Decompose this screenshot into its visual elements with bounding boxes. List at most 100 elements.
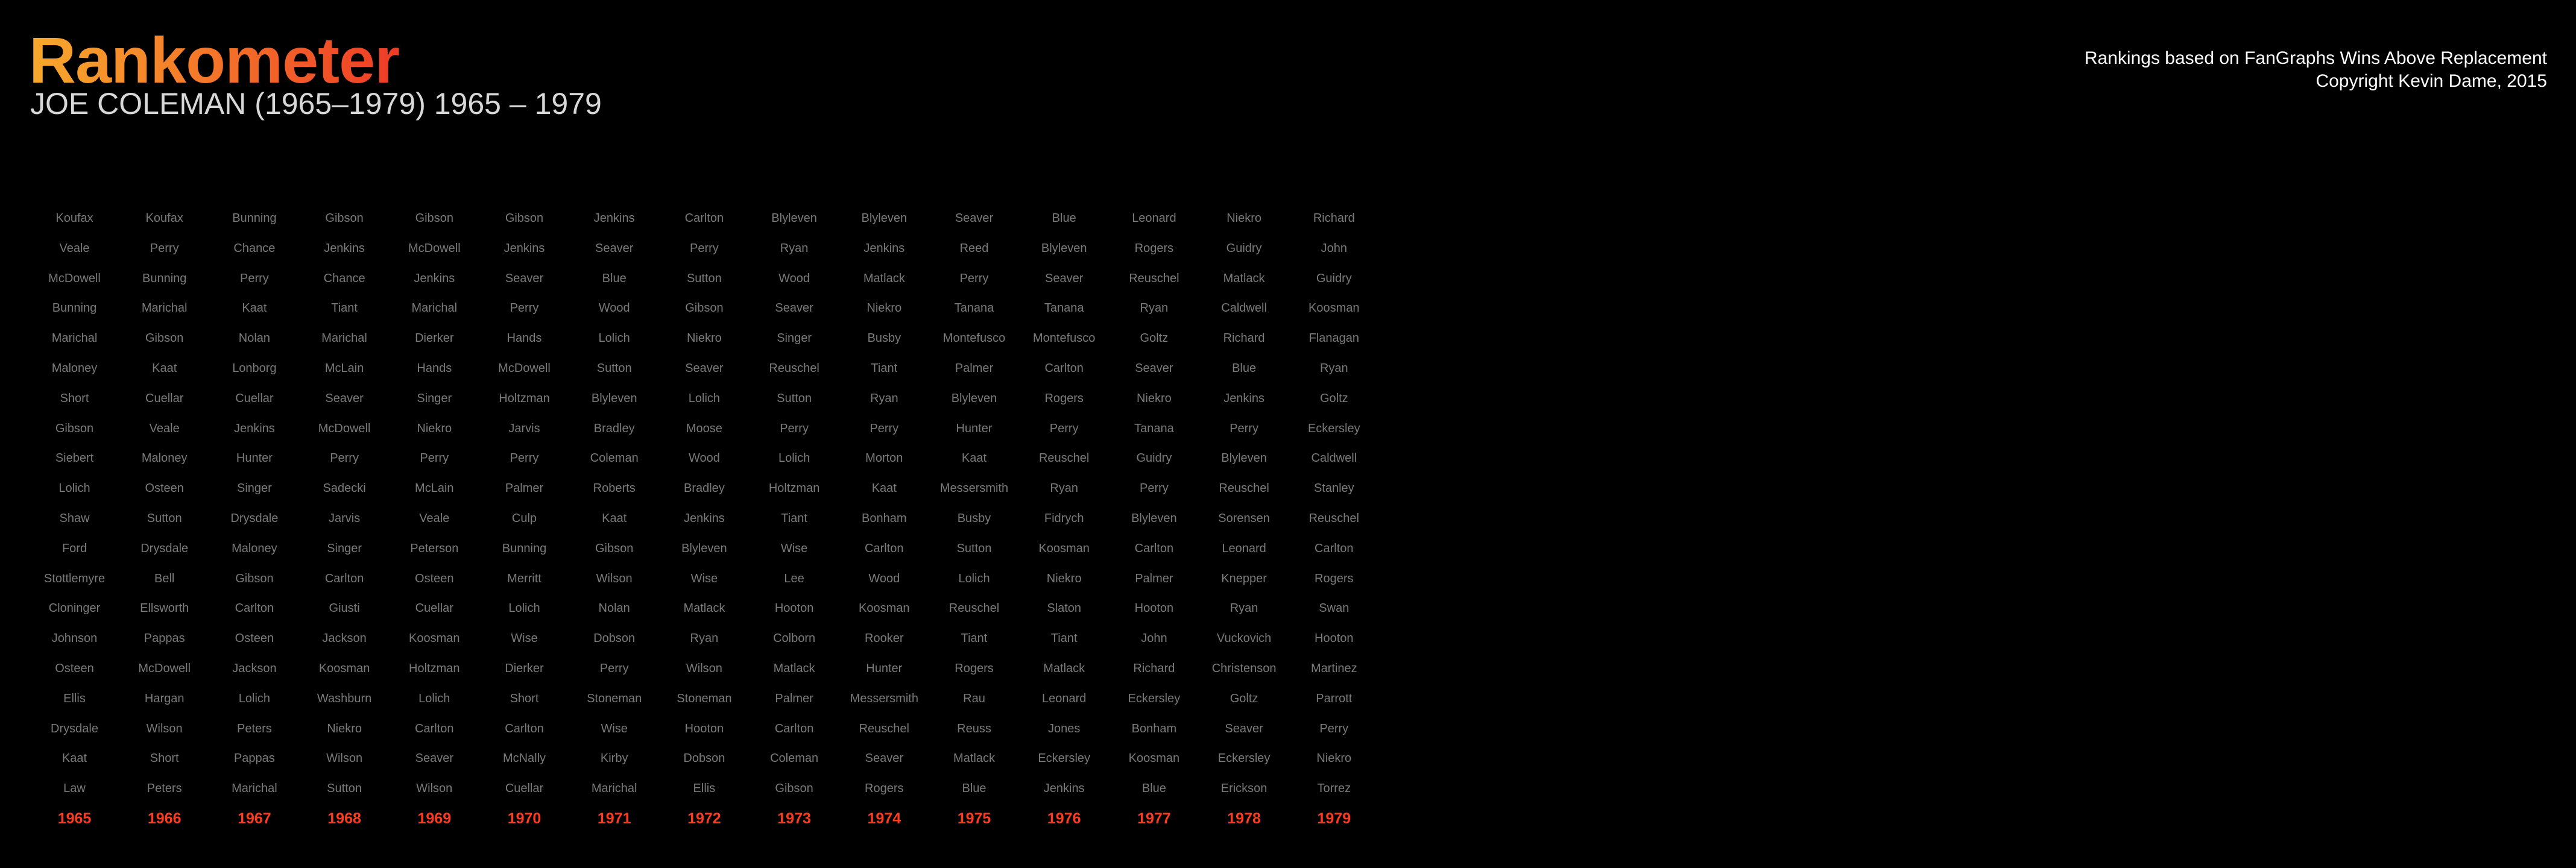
ranking-cell: Jenkins (504, 241, 545, 255)
ranking-cell: Osteen (55, 662, 94, 675)
ranking-cell: McDowell (408, 241, 461, 255)
ranking-cell: Bunning (52, 301, 97, 315)
ranking-cell: Tanana (1134, 421, 1174, 435)
ranking-cell: Reuschel (859, 722, 909, 735)
ranking-cell: Kaat (152, 362, 177, 375)
ranking-cell: Lolich (688, 391, 721, 405)
ranking-cell: Koosman (409, 632, 460, 646)
rankings-grid: Koufax Koufax Bunning Gibson Gibson Gibson Jen… (29, 211, 1380, 844)
ranking-cell: Kaat (62, 752, 87, 766)
ranking-cell: Marichal (411, 301, 458, 315)
ranking-cell: Holtzman (768, 482, 820, 495)
ranking-cell: Short (510, 691, 539, 705)
ranking-cell: Reuschel (1129, 271, 1179, 285)
ranking-cell: Dierker (505, 662, 544, 675)
ranking-cell: Lee (784, 571, 804, 585)
ranking-cell: Lolich (508, 602, 540, 615)
ranking-cell: Short (150, 752, 179, 766)
ranking-cell: Dobson (683, 752, 725, 766)
ranking-cell: Dierker (415, 332, 454, 345)
year-label: 1967 (238, 810, 271, 827)
ranking-cell: Montefusco (942, 332, 1006, 345)
ranking-cell: Sorensen (1218, 512, 1270, 525)
ranking-cell: Richard (1133, 662, 1175, 675)
ranking-cell: John (1321, 241, 1347, 255)
ranking-cell: Hunter (866, 662, 903, 675)
ranking-cell: Reed (959, 241, 989, 255)
ranking-cell: Guidry (1136, 451, 1172, 465)
ranking-cell: Drysdale (230, 512, 279, 525)
ranking-cell: Reuschel (1038, 451, 1090, 465)
ranking-cell: Cuellar (415, 602, 453, 615)
ranking-cell: Leonard (1222, 541, 1266, 555)
ranking-cell: Goltz (1230, 691, 1258, 705)
ranking-cell: Veale (149, 421, 180, 435)
ranking-cell: Chance (233, 241, 276, 255)
ranking-cell: Stanley (1313, 482, 1354, 495)
ranking-cell: Osteen (145, 482, 184, 495)
ranking-cell: Wilson (596, 571, 633, 585)
ranking-cell: Marichal (591, 782, 637, 796)
ranking-cell: Lolich (598, 332, 630, 345)
ranking-cell: Culp (511, 512, 537, 525)
ranking-cell: Blue (1141, 782, 1166, 796)
ranking-cell: Busby (957, 512, 991, 525)
ranking-cell: Ryan (1230, 602, 1258, 615)
ranking-cell: Jenkins (863, 241, 905, 255)
ranking-cell: Hooton (1134, 602, 1174, 615)
ranking-cell: Carlton (1315, 541, 1354, 555)
ranking-cell: Hargan (144, 691, 185, 705)
ranking-cell: Lolich (58, 482, 90, 495)
ranking-cell: Hunter (236, 451, 273, 465)
ranking-cell: Blyleven (1041, 241, 1087, 255)
ranking-cell: Kaat (242, 301, 267, 315)
ranking-cell: Sutton (956, 541, 992, 555)
page-subtitle: JOE COLEMAN (1965–1979) 1965 – 1979 (30, 87, 602, 121)
ranking-cell: Cuellar (505, 782, 544, 796)
ranking-cell: Siebert (55, 451, 94, 465)
ranking-cell: Wise (690, 571, 718, 585)
ranking-cell: Hooton (774, 602, 814, 615)
ranking-cell: Ellis (63, 691, 86, 705)
ranking-cell: Perry (599, 662, 629, 675)
ranking-cell: Blyleven (1221, 451, 1267, 465)
ranking-cell: Nolan (238, 332, 271, 345)
ranking-cell: Perry (150, 241, 179, 255)
ranking-cell: Jenkins (593, 212, 635, 225)
ranking-cell: Leonard (1041, 691, 1087, 705)
ranking-cell: Jenkins (324, 241, 365, 255)
ranking-cell: Drysdale (51, 722, 98, 735)
ranking-cell: Lolich (418, 691, 450, 705)
ranking-cell: Blue (1052, 212, 1076, 225)
ranking-cell: Osteen (235, 632, 274, 646)
year-label: 1969 (417, 810, 452, 827)
ranking-cell: Koosman (1309, 301, 1360, 315)
ranking-cell: Hooton (684, 722, 724, 735)
ranking-cell: Hands (417, 362, 452, 375)
ranking-cell: Maloney (51, 362, 98, 375)
ranking-cell: Martinez (1310, 662, 1357, 675)
ranking-cell: Bunning (502, 541, 547, 555)
ranking-cell: Carlton (415, 722, 454, 735)
ranking-cell: Carlton (324, 571, 364, 585)
ranking-cell: Cloninger (48, 602, 101, 615)
ranking-cell: Niekro (867, 301, 902, 315)
ranking-cell: Matlack (683, 602, 725, 615)
ranking-cell: Perry (510, 451, 539, 465)
ranking-cell: Koosman (1038, 541, 1090, 555)
ranking-cell: Koosman (318, 662, 370, 675)
ranking-cell: Matlack (953, 752, 995, 766)
year-label: 1977 (1137, 810, 1171, 827)
ranking-cell: Perry (870, 421, 899, 435)
ranking-cell: Goltz (1140, 332, 1169, 345)
ranking-cell: Hands (507, 332, 542, 345)
ranking-cell: Marichal (141, 301, 188, 315)
ranking-cell: Ryan (1319, 362, 1348, 375)
ranking-cell: Blyleven (1131, 512, 1177, 525)
ranking-cell: Lolich (238, 691, 271, 705)
ranking-cell: Gibson (415, 212, 453, 225)
ranking-cell: Peters (236, 722, 272, 735)
ranking-cell: Jackson (232, 662, 277, 675)
ranking-cell: Slaton (1047, 602, 1082, 615)
ranking-cell: Tiant (331, 301, 358, 315)
